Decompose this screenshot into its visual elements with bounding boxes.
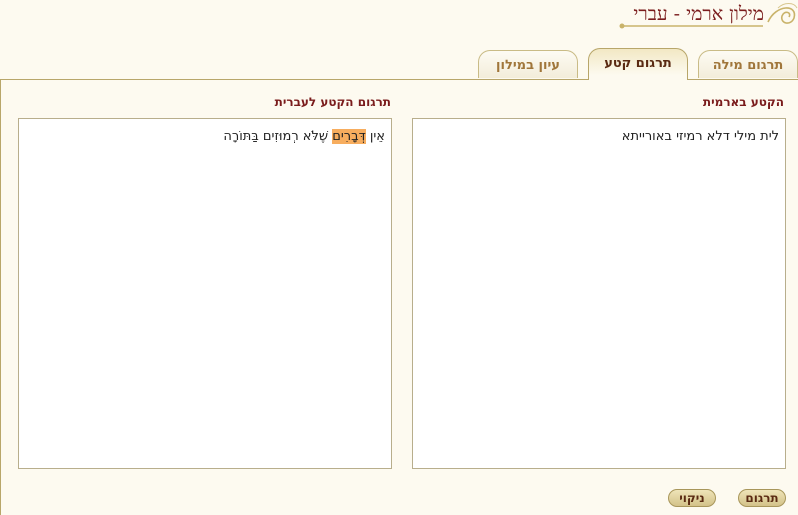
result-section-title: תרגום הקטע לעברית xyxy=(274,95,391,109)
app-logo: מילון ארמי - עברי xyxy=(608,0,798,32)
tab-passage-translation[interactable]: תרגום קטע xyxy=(588,48,688,80)
result-text-area: אֵין דְּבָרִים שֶׁלֹּא רְמוּזִים בַּתּוֹ… xyxy=(18,118,392,469)
tab-word-translation[interactable]: תרגום מילה xyxy=(698,50,798,78)
result-text-before: אֵין xyxy=(365,129,385,144)
translate-button[interactable]: תרגום xyxy=(738,489,786,507)
clear-button[interactable]: ניקוי xyxy=(668,489,716,507)
tab-bar: תרגום מילה תרגום קטע עיון במילון xyxy=(0,48,798,80)
source-section-title: הקטע בארמית xyxy=(702,95,784,109)
result-highlighted-word[interactable]: דְּבָרִים xyxy=(332,129,366,144)
source-text: לית מילי דלא רמיזי באורייתא xyxy=(621,129,779,144)
tab-dictionary-study[interactable]: עיון במילון xyxy=(478,50,578,78)
result-text-after: שֶׁלֹּא רְמוּזִים בַּתּוֹרָה xyxy=(223,129,333,144)
panel-border-left xyxy=(0,79,1,515)
source-text-area[interactable]: לית מילי דלא רמיזי באורייתא xyxy=(412,118,786,469)
logo-swirl-icon xyxy=(619,3,798,29)
